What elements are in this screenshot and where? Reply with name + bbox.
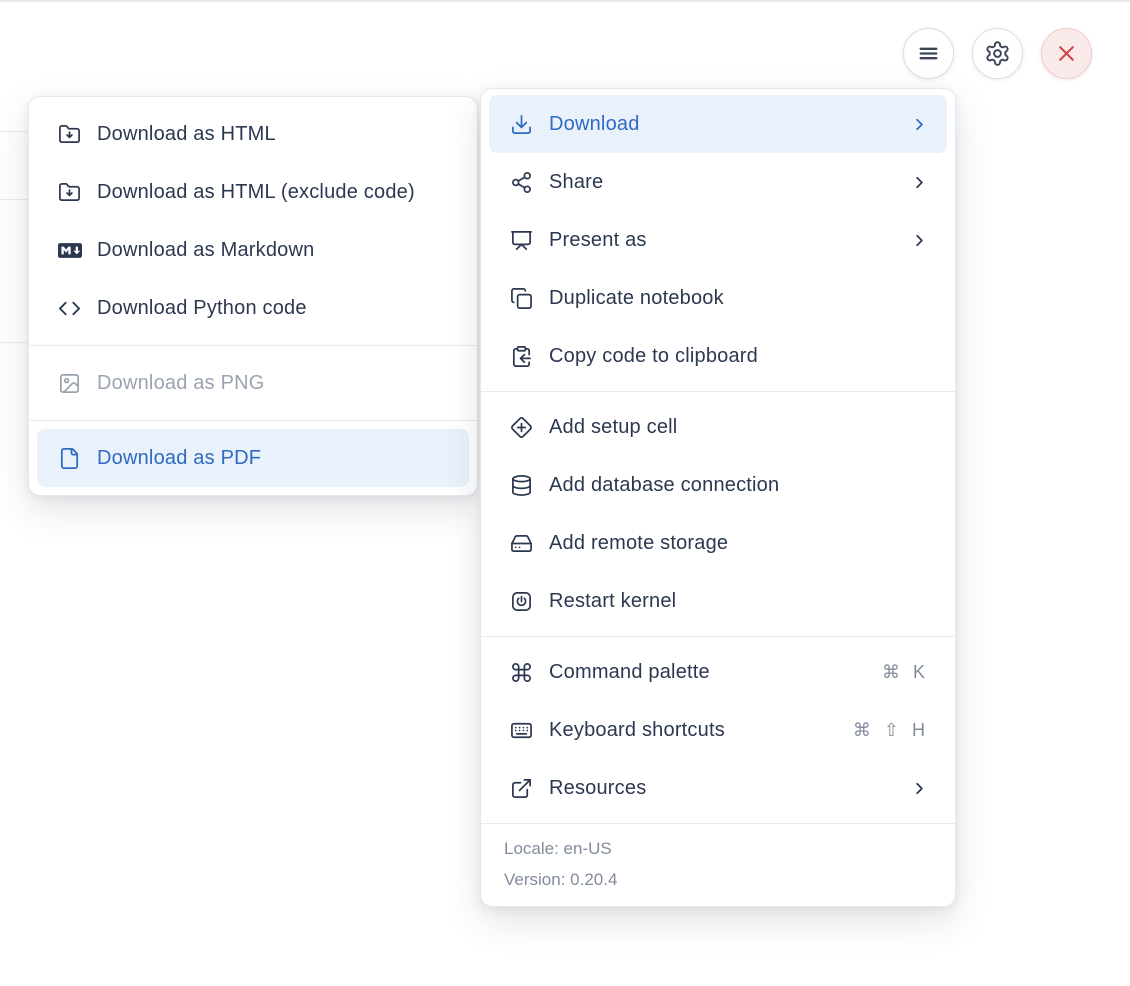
main-menu-groups: Download Share Present as Duplicate noteboo… — [481, 89, 955, 823]
page-top-border — [0, 0, 1130, 2]
menu-item-add-setup-cell[interactable]: Add setup cell — [489, 398, 947, 456]
image-icon — [57, 371, 82, 396]
menu-item-label: Resources — [549, 776, 647, 799]
chevron-right-icon — [910, 231, 929, 250]
menu-item-add-database-connection[interactable]: Add database connection — [489, 456, 947, 514]
menu-item-label: Add remote storage — [549, 531, 729, 554]
chevron-right-icon — [910, 173, 929, 192]
menu-group: Add setup cell Add database connection Add… — [481, 392, 955, 636]
menu-item-label: Duplicate notebook — [549, 286, 724, 309]
menu-item-add-remote-storage[interactable]: Add remote storage — [489, 514, 947, 572]
menu-item-present-as[interactable]: Present as — [489, 211, 947, 269]
menu-item-label: Present as — [549, 228, 647, 251]
menu-item-label: Add setup cell — [549, 415, 678, 438]
menu-item-download-as-html[interactable]: Download as HTML — [37, 105, 469, 163]
menu-item-label: Add database connection — [549, 473, 780, 496]
command-icon — [509, 660, 534, 685]
close-icon — [1054, 41, 1079, 66]
version-text: Version: 0.20.4 — [504, 870, 618, 889]
main-menu: Download Share Present as Duplicate noteboo… — [480, 88, 956, 907]
menu-item-label: Keyboard shortcuts — [549, 718, 725, 741]
menu-item-label: Share — [549, 170, 604, 193]
gear-icon — [984, 40, 1011, 67]
menu-item-download-as-pdf[interactable]: Download as PDF — [37, 429, 469, 487]
main-menu-footer: Locale: en-US Version: 0.20.4 — [481, 824, 955, 906]
markdown-icon — [57, 238, 82, 263]
settings-button[interactable] — [972, 28, 1023, 79]
hamburger-icon — [916, 41, 941, 66]
page-underlay-line — [0, 342, 29, 343]
page-underlay-line — [0, 199, 29, 200]
menu-item-label: Download as Markdown — [97, 238, 315, 261]
menu-group: Download as HTML Download as HTML (exclud… — [29, 97, 477, 345]
menu-item-keyboard-shortcuts[interactable]: Keyboard shortcuts ⌘ ⇧ H — [489, 701, 947, 759]
menu-item-resources[interactable]: Resources — [489, 759, 947, 817]
menu-item-duplicate-notebook[interactable]: Duplicate notebook — [489, 269, 947, 327]
download-icon — [509, 112, 534, 137]
folder-download-icon — [57, 122, 82, 147]
menu-item-shortcut: ⌘ ⇧ H — [852, 719, 929, 740]
file-icon — [57, 446, 82, 471]
menu-item-label: Copy code to clipboard — [549, 344, 758, 367]
menu-group: Command palette ⌘ K Keyboard shortcuts ⌘ ⇧ … — [481, 637, 955, 823]
menu-group: Download Share Present as Duplicate noteboo… — [481, 89, 955, 391]
clipboard-copy-icon — [509, 344, 534, 369]
chevron-right-icon — [910, 115, 929, 134]
hard-drive-icon — [509, 531, 534, 556]
menu-item-share[interactable]: Share — [489, 153, 947, 211]
close-button[interactable] — [1041, 28, 1092, 79]
menu-item-copy-code-to-clipboard[interactable]: Copy code to clipboard — [489, 327, 947, 385]
menu-group: Download as PNG — [29, 346, 477, 420]
page-underlay-line — [0, 131, 29, 132]
menu-item-download-as-html-exclude-code[interactable]: Download as HTML (exclude code) — [37, 163, 469, 221]
folder-download-icon — [57, 180, 82, 205]
presentation-icon — [509, 228, 534, 253]
menu-item-download-python-code[interactable]: Download Python code — [37, 279, 469, 337]
menu-item-download-as-png[interactable]: Download as PNG — [37, 354, 469, 412]
menu-item-label: Download Python code — [97, 296, 307, 319]
menu-group: Download as PDF — [29, 421, 477, 495]
menu-item-restart-kernel[interactable]: Restart kernel — [489, 572, 947, 630]
menu-item-label: Download as HTML (exclude code) — [97, 180, 415, 203]
database-icon — [509, 473, 534, 498]
chevron-right-icon — [910, 779, 929, 798]
menu-item-label: Download as HTML — [97, 122, 276, 145]
menu-button[interactable] — [903, 28, 954, 79]
menu-item-download-as-markdown[interactable]: Download as Markdown — [37, 221, 469, 279]
share-icon — [509, 170, 534, 195]
power-icon — [509, 589, 534, 614]
menu-item-label: Download as PDF — [97, 446, 262, 469]
keyboard-icon — [509, 718, 534, 743]
duplicate-icon — [509, 286, 534, 311]
menu-item-label: Restart kernel — [549, 589, 677, 612]
menu-item-download[interactable]: Download — [489, 95, 947, 153]
code-icon — [57, 296, 82, 321]
toolbar — [903, 28, 1092, 79]
external-link-icon — [509, 776, 534, 801]
menu-item-shortcut: ⌘ K — [881, 661, 929, 682]
menu-item-label: Download as PNG — [97, 371, 265, 394]
locale-text: Locale: en-US — [504, 839, 612, 858]
menu-item-label: Download — [549, 112, 640, 135]
diamond-plus-icon — [509, 415, 534, 440]
menu-item-label: Command palette — [549, 660, 710, 683]
menu-item-command-palette[interactable]: Command palette ⌘ K — [489, 643, 947, 701]
download-submenu: Download as HTML Download as HTML (exclud… — [28, 96, 478, 496]
